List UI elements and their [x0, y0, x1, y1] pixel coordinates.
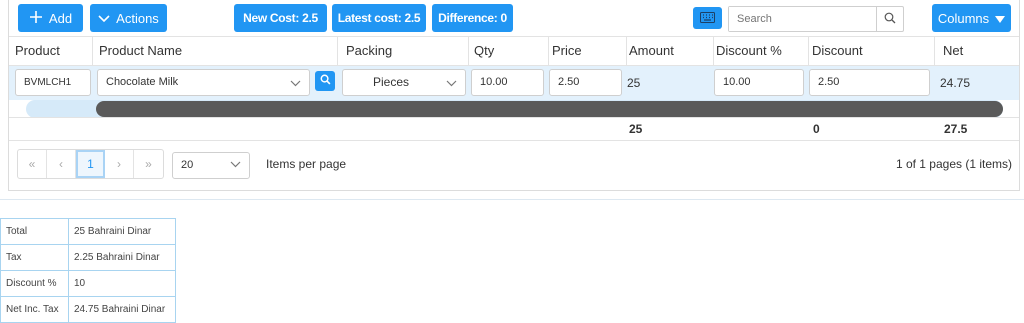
column-header-discount-pct[interactable]: Discount %: [714, 37, 809, 65]
chevron-down-icon: [290, 70, 301, 95]
page-size-select[interactable]: 20: [172, 152, 250, 179]
column-header-product-code[interactable]: Product Code: [9, 37, 93, 86]
net-value: 24.75: [940, 76, 971, 90]
pager-buttons: « ‹ 1 › »: [17, 149, 164, 179]
total-amount: 25: [629, 122, 643, 136]
scrollbar-thumb[interactable]: [96, 101, 1003, 117]
difference-badge: Difference: 0: [432, 4, 513, 32]
column-header-qty[interactable]: Qty: [469, 37, 549, 65]
latest-cost-badge: Latest cost: 2.5: [332, 4, 426, 32]
summary-value: 2.25 Bahraini Dinar: [68, 244, 176, 271]
add-button[interactable]: Add: [18, 4, 83, 32]
packing-value: Pieces: [373, 75, 410, 89]
summary-value: 25 Bahraini Dinar: [68, 218, 176, 245]
section-divider: [0, 199, 1024, 200]
summary-label: Discount %: [0, 270, 69, 297]
chevron-down-icon: [446, 70, 457, 95]
page-info: 1 of 1 pages (1 items): [895, 157, 1012, 171]
discount-pct-input[interactable]: 10.00: [714, 69, 804, 96]
total-discount: 0: [813, 122, 820, 136]
keyboard-button[interactable]: [693, 7, 722, 29]
total-net: 27.5: [944, 122, 968, 136]
prev-page-button[interactable]: ‹: [47, 150, 76, 178]
product-name-value: Chocolate Milk: [106, 76, 179, 88]
column-header-product-name[interactable]: Product Name: [93, 37, 338, 65]
new-cost-badge: New Cost: 2.5: [234, 4, 327, 32]
horizontal-scrollbar[interactable]: [26, 100, 1003, 118]
column-header-packing[interactable]: Packing: [338, 37, 469, 65]
packing-select[interactable]: Pieces: [342, 69, 466, 96]
chevron-down-icon: [98, 11, 110, 26]
summary-table: Total 25 Bahraini Dinar Tax 2.25 Bahrain…: [0, 218, 176, 323]
search-box: [728, 6, 904, 32]
summary-row-tax: Tax 2.25 Bahraini Dinar: [0, 244, 176, 271]
caret-down-icon: [995, 11, 1006, 26]
column-header-discount[interactable]: Discount: [809, 37, 935, 65]
items-per-page-label: Items per page: [266, 157, 347, 171]
pager: « ‹ 1 › » 20 Items per page 1 of 1 pages…: [9, 141, 1019, 189]
plus-icon: [29, 10, 43, 27]
grid-toolbar: Add Actions New Cost: 2.5 Latest cost: 2…: [9, 0, 1019, 36]
table-row: BVMLCH1 Chocolate Milk Pieces 10.00 2.50…: [9, 66, 1019, 100]
search-icon: [320, 74, 331, 88]
summary-label: Net Inc. Tax: [0, 296, 69, 323]
next-page-button[interactable]: ›: [105, 150, 134, 178]
summary-label: Total: [0, 218, 69, 245]
keyboard-icon: [700, 11, 715, 26]
summary-row-discount-pct: Discount % 10: [0, 270, 176, 297]
discount-input[interactable]: 2.50: [809, 69, 930, 96]
summary-value: 10: [68, 270, 176, 297]
column-header-price[interactable]: Price: [549, 37, 627, 65]
product-lookup-button[interactable]: [315, 71, 335, 91]
search-icon: [884, 12, 896, 27]
product-code-field[interactable]: BVMLCH1: [15, 69, 91, 96]
add-button-label: Add: [48, 10, 73, 26]
search-input[interactable]: [729, 7, 874, 31]
summary-value: 24.75 Bahraini Dinar: [68, 296, 176, 323]
summary-row-net-inc-tax: Net Inc. Tax 24.75 Bahraini Dinar: [0, 296, 176, 323]
summary-label: Tax: [0, 244, 69, 271]
actions-button[interactable]: Actions: [90, 4, 167, 32]
page-size-value: 20: [181, 159, 194, 171]
order-lines-grid: Add Actions New Cost: 2.5 Latest cost: 2…: [8, 0, 1020, 191]
summary-row-total: Total 25 Bahraini Dinar: [0, 218, 176, 245]
price-input[interactable]: 2.50: [549, 69, 622, 96]
last-page-button[interactable]: »: [134, 150, 163, 178]
product-name-select[interactable]: Chocolate Milk: [97, 69, 310, 96]
columns-button[interactable]: Columns: [932, 4, 1011, 32]
grid-header-row: Product Code Product Name Packing Qty Pr…: [9, 36, 1021, 86]
search-button[interactable]: [876, 7, 903, 31]
page-1-button[interactable]: 1: [76, 150, 105, 178]
first-page-button[interactable]: «: [18, 150, 47, 178]
chevron-down-icon: [230, 153, 241, 178]
actions-button-label: Actions: [116, 10, 159, 26]
totals-row: 25 0 27.5: [9, 117, 1019, 141]
amount-value: 25: [627, 76, 641, 90]
column-header-net[interactable]: Net: [935, 37, 1021, 65]
qty-input[interactable]: 10.00: [471, 69, 544, 96]
column-header-amount[interactable]: Amount: [627, 37, 714, 65]
columns-button-label: Columns: [937, 10, 990, 26]
